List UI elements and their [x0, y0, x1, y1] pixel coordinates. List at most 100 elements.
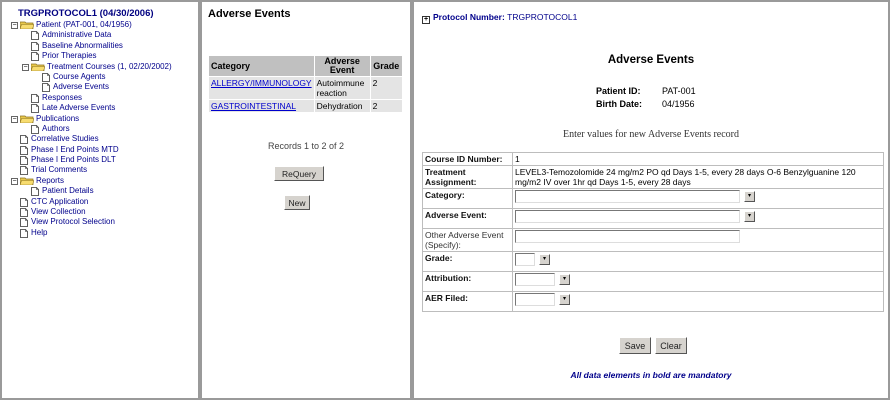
- tree-item-label: Baseline Abnormalities: [42, 40, 123, 50]
- tree-item[interactable]: − Patient (PAT-001, 04/1956): [2, 20, 198, 30]
- aer-filed-input[interactable]: [515, 293, 555, 306]
- patient-id-value: PAT-001: [662, 86, 696, 96]
- category-link[interactable]: ALLERGY/IMMUNOLOGY: [211, 78, 312, 88]
- protocol-header: + Protocol Number: TRGPROTOCOL1: [422, 12, 577, 24]
- tree-item-label: View Collection: [31, 207, 86, 217]
- adverse-event-input[interactable]: [515, 210, 740, 223]
- adverse-event-dropdown-button[interactable]: ▾: [744, 211, 755, 222]
- table-header-row: Category Adverse Event Grade: [208, 55, 404, 77]
- navigation-frame: TRGPROTOCOL1 (04/30/2006) − Patient (PAT-…: [0, 0, 200, 400]
- adverse-event-field-cell: ▾: [512, 208, 884, 229]
- grade-dropdown-button[interactable]: ▾: [539, 254, 550, 265]
- tree-item[interactable]: View Collection: [2, 207, 198, 217]
- expand-icon[interactable]: +: [422, 16, 430, 24]
- requery-button[interactable]: ReQuery: [274, 166, 324, 181]
- clear-button[interactable]: Clear: [655, 337, 687, 354]
- table-row: GASTROINTESTINAL Dehydration 2: [208, 99, 404, 113]
- table-cell-grade: 2: [369, 76, 404, 100]
- aer-filed-dropdown-button[interactable]: ▾: [559, 294, 570, 305]
- tree-item[interactable]: Phase I End Points MTD: [2, 145, 198, 155]
- attribution-input[interactable]: [515, 273, 555, 286]
- aer-filed-label: AER Filed:: [422, 291, 513, 312]
- navigation-tree: − Patient (PAT-001, 04/1956) Administrativ…: [2, 20, 198, 238]
- form-row-course-id: Course ID Number: 1: [422, 152, 884, 166]
- instruction-text: Enter values for new Adverse Events reco…: [562, 129, 740, 140]
- course-id-label: Course ID Number:: [422, 152, 513, 166]
- grade-label: Grade:: [422, 251, 513, 272]
- patient-id-row: Patient ID: PAT-001: [596, 86, 696, 96]
- form-row-other: Other Adverse Event (Specify):: [422, 228, 884, 252]
- tree-item[interactable]: Late Adverse Events: [2, 103, 198, 114]
- tree-item[interactable]: Correlative Studies: [2, 134, 198, 145]
- attribution-label: Attribution:: [422, 271, 513, 292]
- protocol-number-value: TRGPROTOCOL1: [507, 12, 578, 22]
- tree-item-label: Publications: [36, 113, 80, 123]
- tree-item[interactable]: Baseline Abnormalities: [2, 41, 198, 51]
- tree-item-label: Patient Details: [42, 186, 94, 196]
- new-button[interactable]: New: [284, 195, 310, 210]
- tree-item[interactable]: − Publications: [2, 114, 198, 124]
- grade-field-cell: ▾: [512, 251, 884, 272]
- aer-filed-field-cell: ▾: [512, 291, 884, 312]
- collapse-icon[interactable]: −: [11, 22, 18, 29]
- tree-item-label: Help: [31, 227, 48, 237]
- tree-item-label: Administrative Data: [42, 30, 112, 40]
- tree-item[interactable]: Course Agents: [2, 72, 198, 82]
- tree-item[interactable]: Authors: [2, 124, 198, 134]
- tree-item-label: Responses: [42, 92, 83, 102]
- tree-item-label: View Protocol Selection: [31, 217, 115, 227]
- form-row-aer-filed: AER Filed: ▾: [422, 291, 884, 312]
- table-cell-category: ALLERGY/IMMUNOLOGY: [208, 76, 315, 100]
- tree-item[interactable]: − Treatment Courses (1, 02/20/2002): [2, 62, 198, 72]
- patient-id-label: Patient ID:: [596, 86, 641, 96]
- form-row-treatment: Treatment Assignment: LEVEL3-Temozolomid…: [422, 165, 884, 189]
- treatment-assignment-label: Treatment Assignment:: [422, 165, 513, 189]
- other-adverse-event-label: Other Adverse Event (Specify):: [422, 228, 513, 252]
- attribution-field-cell: ▾: [512, 271, 884, 292]
- save-button[interactable]: Save: [619, 337, 651, 354]
- tree-item-label: Treatment Courses (1, 02/20/2002): [47, 61, 172, 71]
- tree-item[interactable]: View Protocol Selection: [2, 217, 198, 228]
- tree-item[interactable]: Adverse Events: [2, 82, 198, 93]
- protocol-tree-title[interactable]: TRGPROTOCOL1 (04/30/2006): [2, 2, 198, 19]
- tree-item[interactable]: Trial Comments: [2, 165, 198, 176]
- category-label: Category:: [422, 188, 513, 209]
- tree-item-label: Correlative Studies: [31, 134, 99, 144]
- tree-item[interactable]: Patient Details: [2, 186, 198, 197]
- grade-input[interactable]: [515, 253, 535, 266]
- attribution-dropdown-button[interactable]: ▾: [559, 274, 570, 285]
- tree-item-label: CTC Application: [31, 196, 89, 206]
- collapse-icon[interactable]: −: [11, 177, 18, 185]
- collapse-icon[interactable]: −: [22, 63, 29, 71]
- table-cell-category: GASTROINTESTINAL: [208, 99, 315, 113]
- column-header-adverse-event: Adverse Event: [313, 55, 371, 77]
- tree-item[interactable]: Help: [2, 228, 198, 238]
- course-id-value: 1: [512, 152, 884, 166]
- form-row-grade: Grade: ▾: [422, 251, 884, 272]
- collapse-icon[interactable]: −: [11, 115, 18, 123]
- tree-item-label: Patient (PAT-001, 04/1956): [36, 20, 132, 29]
- category-field-cell: ▾: [512, 188, 884, 209]
- adverse-events-list-frame: Adverse Events Category Adverse Event Gr…: [200, 0, 412, 400]
- tree-item[interactable]: Administrative Data: [2, 30, 198, 41]
- page-icon: [20, 228, 28, 241]
- tree-item-label: Phase I End Points MTD: [31, 144, 119, 154]
- tree-item[interactable]: Phase I End Points DLT: [2, 155, 198, 165]
- treatment-assignment-value: LEVEL3-Temozolomide 24 mg/m2 PO qd Days …: [512, 165, 884, 189]
- category-dropdown-button[interactable]: ▾: [744, 191, 755, 202]
- birth-date-label: Birth Date:: [596, 99, 643, 109]
- form-row-adverse-event: Adverse Event: ▾: [422, 208, 884, 229]
- category-input[interactable]: [515, 190, 740, 203]
- record-entry-frame: + Protocol Number: TRGPROTOCOL1 Adverse E…: [412, 0, 890, 400]
- tree-item[interactable]: CTC Application: [2, 197, 198, 207]
- form-row-category: Category: ▾: [422, 188, 884, 209]
- category-link[interactable]: GASTROINTESTINAL: [211, 101, 296, 111]
- birth-date-row: Birth Date: 04/1956: [596, 99, 695, 109]
- tree-item[interactable]: Prior Therapies: [2, 51, 198, 62]
- mandatory-note: All data elements in bold are mandatory: [570, 370, 732, 380]
- other-adverse-event-input[interactable]: [515, 230, 740, 243]
- tree-item-label: Authors: [42, 123, 70, 133]
- tree-item[interactable]: − Reports: [2, 176, 198, 186]
- table-cell-event: Autoimmune reaction: [313, 76, 371, 100]
- tree-item[interactable]: Responses: [2, 93, 198, 103]
